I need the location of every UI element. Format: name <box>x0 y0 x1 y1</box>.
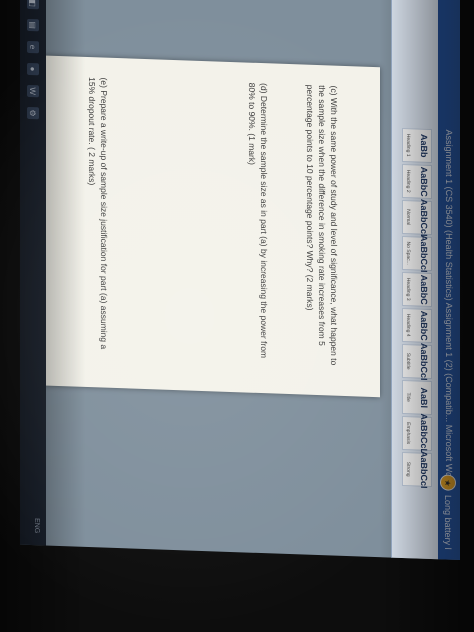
style-name: Strong <box>405 461 411 477</box>
style-chip[interactable]: AaBbCcL Emphasis <box>402 413 432 455</box>
style-chip[interactable]: AaBbCcI Strong <box>402 450 432 489</box>
explorer-icon[interactable]: ▤ <box>27 18 39 32</box>
title-bar: Assignment 1 (CS 3540) (Health Statistic… <box>438 0 460 560</box>
style-sample: AaBbCcL <box>419 413 429 455</box>
style-chip[interactable]: AaBbCcI Normal <box>402 198 432 237</box>
style-sample: AaBbCcI <box>419 342 429 381</box>
style-sample: AaBbC <box>419 274 429 305</box>
style-sample: AaBbC <box>419 310 429 341</box>
style-name: Normal <box>405 209 411 226</box>
style-name: Subtitle <box>405 352 411 370</box>
system-tray-language[interactable]: ENG <box>33 518 40 533</box>
question-e: (e) Prepare a write-up of sample size ju… <box>87 76 109 350</box>
style-name: Emphasis <box>405 422 411 445</box>
window-title: Assignment 1 (CS 3540) (Health Statistic… <box>444 129 454 486</box>
style-sample: AaBl <box>419 387 429 409</box>
style-sample: AaBbC <box>419 166 429 197</box>
ribbon: AaBb Heading 1 AaBbC Heading 2 AaBbCcI Normal… <box>391 0 438 560</box>
style-chip[interactable]: AaBbC Heading 2 <box>402 163 432 200</box>
document-page[interactable]: (c) With the same power of study and lev… <box>40 55 380 398</box>
store-icon[interactable]: ◧ <box>27 0 39 10</box>
promo-banner[interactable]: ★ Long battery l <box>440 474 456 550</box>
taskbar: ⊞ ▭ ◧ ▤ e ● W ⚙ ENG <box>20 0 46 546</box>
style-name: Heading 2 <box>405 169 411 193</box>
style-chip[interactable]: AaBbC Heading 4 <box>402 307 432 344</box>
style-chip[interactable]: AaBbC Heading 3 <box>402 271 432 308</box>
style-chip[interactable]: AaBbCcI No Spac... <box>402 234 432 273</box>
style-chip[interactable]: AaBbCcI Subtitle <box>402 342 432 381</box>
question-c: (c) With the same power of study and lev… <box>305 84 339 366</box>
style-sample: AaBbCcI <box>419 450 429 489</box>
question-d: (d) Determine the sample size as in part… <box>247 82 269 359</box>
style-chip[interactable]: AaBb Heading 1 <box>402 127 432 164</box>
monitor-screen: Assignment 1 (CS 3540) (Health Statistic… <box>20 0 460 560</box>
edge-icon[interactable]: e <box>27 40 39 54</box>
settings-icon[interactable]: ⚙ <box>27 106 39 120</box>
style-chip[interactable]: AaBl Title <box>402 379 432 416</box>
style-name: Heading 3 <box>405 277 411 301</box>
promo-text: Long battery l <box>443 494 453 550</box>
style-sample: AaBbCcI <box>419 234 429 273</box>
styles-gallery: AaBb Heading 1 AaBbC Heading 2 AaBbCcI Normal… <box>402 127 432 489</box>
style-name: No Spac... <box>405 241 411 265</box>
style-sample: AaBb <box>419 133 429 158</box>
style-name: Heading 1 <box>405 133 411 157</box>
style-name: Heading 4 <box>405 313 411 337</box>
style-sample: AaBbCcI <box>419 198 429 237</box>
chrome-icon[interactable]: ● <box>27 62 39 76</box>
gift-icon: ★ <box>440 474 456 492</box>
style-name: Title <box>405 392 411 402</box>
word-icon[interactable]: W <box>27 84 39 98</box>
